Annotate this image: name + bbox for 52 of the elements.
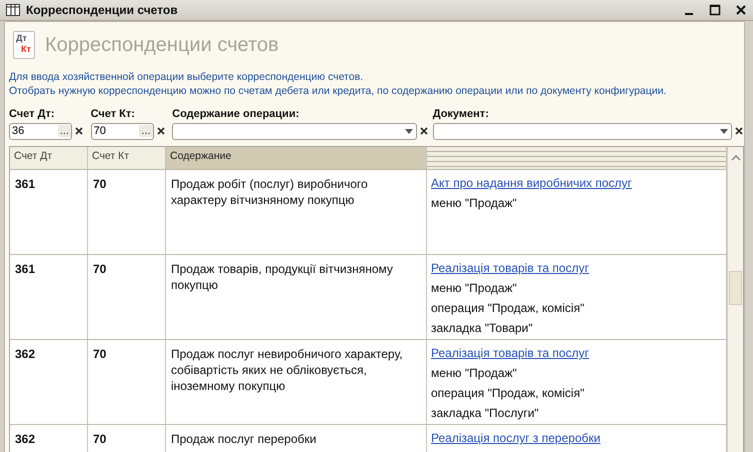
dropdown-field[interactable] xyxy=(172,122,417,140)
caret-icon[interactable] xyxy=(404,128,413,134)
ellipsis-button[interactable]: ... xyxy=(58,125,71,137)
column-header[interactable]: Счет Дт xyxy=(10,147,88,169)
menu-path-text: закладка "Товари" xyxy=(431,320,533,337)
table-cell: 70 xyxy=(88,425,166,452)
clear-icon[interactable] xyxy=(156,126,166,136)
close-icon[interactable] xyxy=(735,4,747,16)
account-field[interactable]: 36 ... xyxy=(9,122,72,140)
filter-label: Документ: xyxy=(432,108,490,122)
document-link[interactable]: Реалізація товарів та послуг xyxy=(431,343,589,363)
menu-path-text: операция "Продаж, комісія" xyxy=(431,385,584,402)
clear-icon[interactable] xyxy=(418,126,429,136)
table-cell: 70 xyxy=(88,255,166,339)
table-cell: 362 xyxy=(10,340,88,424)
filter-label: Счет Дт: xyxy=(9,108,56,122)
document-link[interactable]: Акт про надання виробничих послуг xyxy=(431,173,632,193)
clear-icon[interactable] xyxy=(734,126,744,136)
column-header[interactable]: Содержание xyxy=(166,147,427,169)
menu-path-text: меню "Продаж" xyxy=(431,195,517,212)
info-text: Для ввода хозяйственной операции выберите корреспонденцию счетов. xyxy=(9,70,364,84)
scroll-up-icon[interactable] xyxy=(730,155,740,161)
menu-path-text: операция "Продаж, комісія" xyxy=(431,300,584,317)
vertical-scrollbar[interactable] xyxy=(727,147,743,452)
table-cell: 362 xyxy=(10,425,88,452)
scrollbar-thumb[interactable] xyxy=(729,271,742,305)
dropdown-field[interactable] xyxy=(432,122,732,140)
document-link[interactable]: Реалізація товарів та послуг xyxy=(431,258,589,278)
table-icon xyxy=(6,4,20,16)
window-title: Корреспонденции счетов xyxy=(26,3,178,17)
ellipsis-button[interactable]: ... xyxy=(139,125,153,137)
table-cell: Продаж товарів, продукції вітчизняному покупцю xyxy=(166,255,427,339)
menu-path-text: меню "Продаж" xyxy=(431,280,517,297)
info-text: Отобрать нужную корреспонденцию можно по счетам дебета или кредита, по содержанию операции или по документу конфигурации. xyxy=(9,84,668,98)
form-title: Корреспонденции счетов xyxy=(45,34,279,56)
table-cell: Продаж послуг невиробничого характеру, собівартість яких не обліковується, іноземному покупцю xyxy=(166,340,427,424)
table-cell: 70 xyxy=(88,170,166,254)
table-cell: 70 xyxy=(88,340,166,424)
menu-path-text: меню "Продаж" xyxy=(431,365,517,382)
debit-credit-icon: Дт Кт xyxy=(13,31,35,59)
table-cell: 361 xyxy=(10,255,88,339)
account-field[interactable]: 70 ... xyxy=(90,122,154,140)
document-link[interactable]: Реалізація послуг з переробки xyxy=(431,428,600,448)
table-cell: Продаж послуг переробки xyxy=(166,425,427,452)
table-cell: Продаж робіт (послуг) виробничого характеру вітчизняному покупцю xyxy=(166,170,427,254)
table-cell: 361 xyxy=(10,170,88,254)
filter-label: Счет Кт: xyxy=(90,108,136,122)
menu-path-text: закладка "Послуги" xyxy=(431,405,539,422)
filter-label: Содержание операции: xyxy=(172,108,300,122)
maximize-icon[interactable] xyxy=(709,4,721,16)
caret-icon[interactable] xyxy=(720,128,728,134)
clear-icon[interactable] xyxy=(74,126,84,136)
